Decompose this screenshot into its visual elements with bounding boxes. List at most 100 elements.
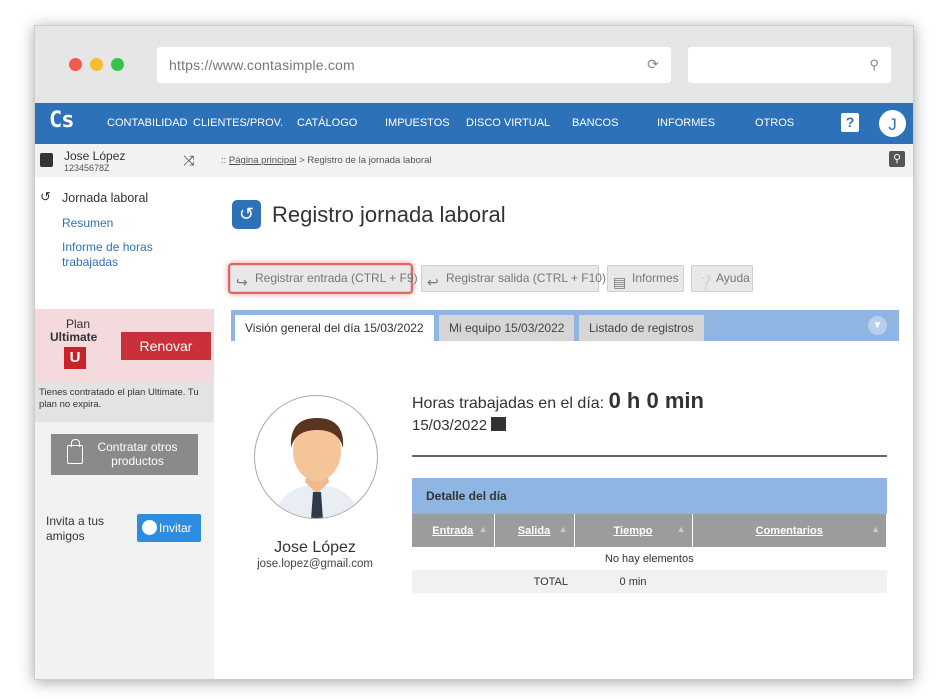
- employee-photo: [254, 395, 378, 519]
- sidebar: Jose López 12345678Z ⤨ ↺ Jornada laboral…: [35, 144, 214, 679]
- tab-my-team[interactable]: Mi equipo 15/03/2022: [439, 315, 575, 341]
- total-row: TOTAL 0 min: [412, 570, 887, 593]
- total-label: TOTAL: [494, 570, 574, 593]
- logout-icon: ↩: [427, 274, 439, 290]
- contract-products-button[interactable]: Contratar otros productos: [51, 434, 198, 475]
- section-menu: ↺ Jornada laboral Resumen Informe de hor…: [35, 177, 214, 309]
- reload-icon[interactable]: ⟳: [647, 56, 659, 73]
- section-title: Jornada laboral: [62, 191, 149, 205]
- employee-email: jose.lopez@gmail.com: [257, 558, 373, 570]
- total-value: 0 min: [574, 570, 692, 593]
- col-entrada-label: Entrada: [432, 524, 474, 537]
- employee-name: Jose López: [274, 539, 356, 556]
- breadcrumb-home-link[interactable]: Página principal: [229, 155, 297, 166]
- help-icon[interactable]: ?: [841, 113, 859, 132]
- plan-name: Ultimate: [50, 330, 98, 344]
- minimize-window-dot[interactable]: [90, 58, 103, 71]
- hours-label: Horas trabajadas en el día:: [412, 395, 605, 412]
- nav-item-clientes[interactable]: CLIENTES/PROV.: [193, 117, 283, 129]
- breadcrumb-current: > Registro de la jornada laboral: [296, 155, 432, 166]
- register-entry-button[interactable]: ↪ Registrar entrada (CTRL + F9): [230, 265, 418, 292]
- address-bar[interactable]: https://www.contasimple.com ⟳: [157, 47, 671, 83]
- plan-badge-icon: U: [64, 347, 86, 369]
- hours-value: 0 h 0 min: [608, 388, 704, 413]
- divider: [412, 455, 887, 457]
- user-name: Jose López: [64, 149, 126, 163]
- col-comentarios[interactable]: Comentarios ▲: [692, 514, 887, 547]
- col-salida-label: Salida: [517, 524, 551, 537]
- total-empty-cell: [412, 570, 494, 593]
- col-salida[interactable]: Salida ▲: [494, 514, 575, 547]
- question-circle-icon: ❔: [697, 274, 715, 290]
- nav-item-impuestos[interactable]: IMPUESTOS: [385, 117, 450, 129]
- invite-text: Invita a tus amigos: [46, 514, 105, 543]
- browser-search-field[interactable]: ⚲: [688, 47, 891, 83]
- nav-item-disco-virtual[interactable]: DISCO VIRTUAL: [466, 117, 550, 129]
- total-comment-cell: [692, 570, 887, 593]
- plan-note: Tienes contratado el plan Ultimate. Tu p…: [35, 382, 214, 422]
- register-exit-label: Registrar salida (CTRL + F10): [446, 271, 606, 285]
- plan-box: Plan Ultimate U Renovar: [35, 309, 214, 382]
- tab-bar: Visión general del día 15/03/2022 Mi equ…: [231, 310, 899, 341]
- plan-label: Plan: [65, 317, 91, 331]
- help-label: Ayuda: [716, 271, 750, 285]
- day-date: 15/03/2022: [412, 417, 507, 434]
- url-text: https://www.contasimple.com: [169, 57, 355, 73]
- maximize-window-dot[interactable]: [111, 58, 124, 71]
- register-entry-label: Registrar entrada (CTRL + F9): [255, 271, 418, 285]
- tab-records-list[interactable]: Listado de registros: [579, 315, 704, 341]
- nav-item-informes[interactable]: INFORMES: [657, 117, 715, 129]
- contract-products-label: Contratar otros productos: [97, 440, 178, 468]
- reports-label: Informes: [632, 271, 679, 285]
- sort-icon: ▲: [558, 524, 568, 534]
- date-value: 15/03/2022: [412, 417, 488, 434]
- nav-item-contabilidad[interactable]: CONTABILIDAD: [107, 117, 187, 129]
- shopping-bag-icon: [67, 439, 83, 464]
- user-card-icon: [40, 153, 53, 167]
- calendar-icon[interactable]: [491, 417, 507, 431]
- register-exit-button[interactable]: ↩ Registrar salida (CTRL + F10): [421, 265, 606, 292]
- help-button[interactable]: ❔ Ayuda: [691, 265, 753, 292]
- col-tiempo-label: Tiempo: [613, 524, 653, 537]
- browser-chrome: https://www.contasimple.com ⟳ ⚲: [35, 26, 913, 103]
- sort-icon: ▲: [676, 524, 686, 534]
- invite-button[interactable]: Invitar: [137, 514, 201, 542]
- detail-table: Entrada ▲ Salida ▲ Tiempo ▲ Comentarios ▲ No…: [412, 514, 887, 593]
- search-icon[interactable]: ⚲: [889, 151, 905, 167]
- tab-overview[interactable]: Visión general del día 15/03/2022: [235, 315, 434, 341]
- filter-icon[interactable]: ▼: [868, 316, 887, 335]
- user-id: 12345678Z: [64, 163, 110, 173]
- nav-item-catalogo[interactable]: CATÁLOGO: [297, 117, 357, 129]
- sidebar-link-resumen[interactable]: Resumen: [62, 216, 113, 231]
- sort-icon: ▲: [871, 524, 880, 534]
- col-tiempo[interactable]: Tiempo ▲: [574, 514, 693, 547]
- history-icon: ↺: [232, 200, 261, 229]
- shuffle-icon[interactable]: ⤨: [183, 152, 194, 169]
- sidebar-link-informe-horas[interactable]: Informe de horas trabajadas: [62, 240, 172, 270]
- invite-button-label: Invitar: [159, 521, 192, 535]
- user-avatar[interactable]: J: [878, 109, 907, 138]
- close-window-dot[interactable]: [69, 58, 82, 71]
- login-icon: ↪: [236, 274, 248, 290]
- breadcrumb: :: Página principal > Registro de la jor…: [214, 144, 913, 177]
- nav-item-otros[interactable]: OTROS: [755, 117, 794, 129]
- empty-message: No hay elementos: [412, 547, 887, 570]
- contasimple-logo[interactable]: Cs: [49, 108, 74, 133]
- browser-window: https://www.contasimple.com ⟳ ⚲ Cs CONTA…: [34, 25, 914, 680]
- breadcrumb-prefix: ::: [221, 155, 229, 166]
- renew-button[interactable]: Renovar: [121, 332, 211, 360]
- search-icon: ⚲: [869, 57, 879, 72]
- reports-button[interactable]: ▤ Informes: [607, 265, 684, 292]
- history-icon: ↺: [40, 189, 51, 204]
- person-avatar-icon: [275, 418, 359, 518]
- hours-worked: Horas trabajadas en el día: 0 h 0 min: [412, 388, 704, 414]
- col-entrada[interactable]: Entrada ▲: [412, 514, 495, 547]
- sort-icon: ▲: [478, 524, 488, 534]
- main-navbar: Cs CONTABILIDAD CLIENTES/PROV. CATÁLOGO …: [35, 103, 913, 144]
- chart-icon: ▤: [613, 274, 627, 290]
- globe-icon: [142, 520, 157, 535]
- nav-item-bancos[interactable]: BANCOS: [572, 117, 618, 129]
- page-title: Registro jornada laboral: [272, 202, 506, 227]
- detail-header: Detalle del día: [412, 478, 887, 514]
- empty-row: No hay elementos: [412, 547, 887, 570]
